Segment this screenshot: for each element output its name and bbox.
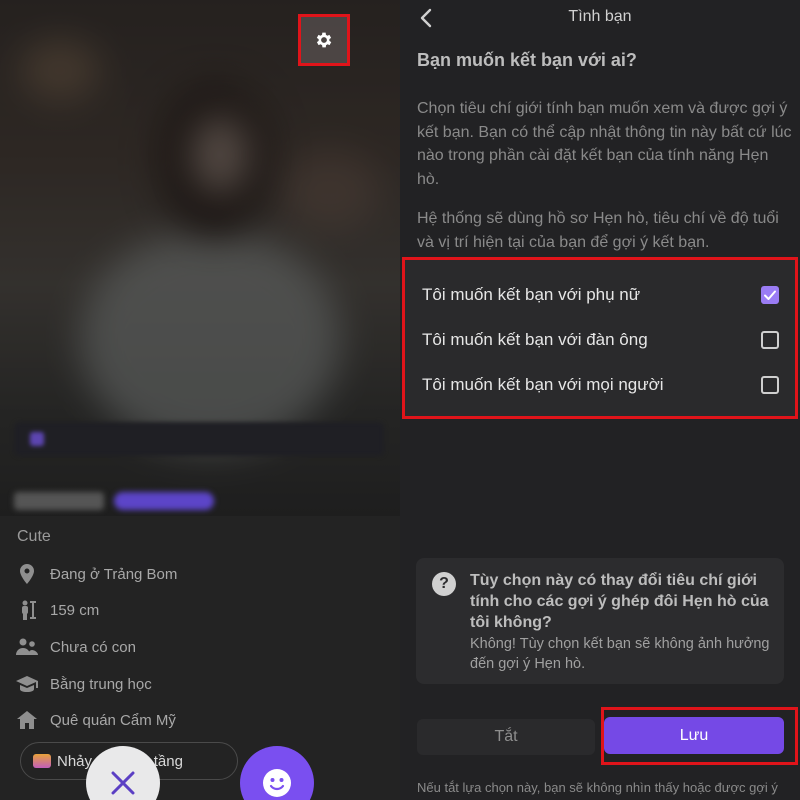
faq-card: ? Tùy chọn này có thay đổi tiêu chí giới…: [416, 558, 784, 684]
location-pin-icon: [16, 563, 38, 585]
option-label: Tôi muốn kết bạn với phụ nữ: [422, 285, 641, 304]
faq-question: Tùy chọn này có thay đổi tiêu chí giới t…: [470, 572, 769, 631]
option-label: Tôi muốn kết bạn với đàn ông: [422, 330, 648, 349]
profile-panel: Cute Đang ở Trảng Bom 159 cm Chưa có con…: [0, 0, 400, 800]
option-men[interactable]: Tôi muốn kết bạn với đàn ông: [405, 318, 795, 362]
smiley-icon: [263, 769, 291, 797]
detail-children: Chưa có con: [16, 635, 136, 659]
caption-icon: [30, 432, 44, 446]
profile-badge-blurred: [114, 492, 214, 510]
home-icon: [16, 709, 38, 731]
height-icon: [16, 599, 38, 621]
children-icon: [16, 636, 38, 658]
gear-icon: [316, 32, 332, 48]
screen-title: Tình bạn: [568, 8, 632, 25]
close-icon: [111, 771, 135, 795]
detail-text: Đang ở Trảng Bom: [50, 565, 178, 583]
option-label: Tôi muốn kết bạn với mọi người: [422, 375, 664, 394]
faq-answer: Không! Tùy chọn kết bạn sẽ không ảnh hưở…: [470, 636, 770, 672]
save-button[interactable]: Lưu: [604, 717, 784, 754]
profile-bio: Cute: [17, 528, 51, 545]
description-text-2: Hệ thống sẽ dùng hồ sơ Hẹn hò, tiêu chí …: [417, 210, 779, 251]
question-heading: Bạn muốn kết bạn với ai?: [417, 50, 637, 70]
checkbox-everyone[interactable]: [761, 376, 779, 394]
profile-name-blurred: [14, 492, 104, 510]
friendship-settings-panel: Tình bạn Bạn muốn kết bạn với ai? Chọn t…: [400, 0, 800, 800]
description-text: Chọn tiêu chí giới tính bạn muốn xem và …: [417, 100, 792, 188]
checkmark-icon: [764, 290, 776, 300]
settings-button[interactable]: [298, 14, 350, 66]
profile-photo[interactable]: [0, 0, 400, 516]
back-button[interactable]: [414, 6, 438, 30]
chevron-left-icon: [420, 8, 432, 28]
photo-caption-bar: [14, 422, 384, 456]
detail-text: Chưa có con: [50, 638, 136, 656]
detail-hometown: Quê quán Cẩm Mỹ: [16, 708, 176, 732]
option-women[interactable]: Tôi muốn kết bạn với phụ nữ: [405, 273, 795, 317]
checkbox-women[interactable]: [761, 286, 779, 304]
detail-text: Bằng trung học: [50, 675, 152, 693]
detail-text: Quê quán Cẩm Mỹ: [50, 711, 176, 729]
education-cap-icon: [16, 673, 38, 695]
turn-off-button[interactable]: Tắt: [417, 719, 595, 755]
footnote-text: Nếu tắt lựa chọn này, bạn sẽ không nhìn …: [417, 780, 778, 795]
detail-height: 159 cm: [16, 598, 99, 622]
friend-preference-options: Tôi muốn kết bạn với phụ nữ Tôi muốn kết…: [402, 257, 798, 419]
question-mark-icon: ?: [432, 572, 456, 596]
checkbox-men[interactable]: [761, 331, 779, 349]
interest-emoji-icon: [33, 754, 51, 768]
detail-education: Bằng trung học: [16, 672, 152, 696]
detail-location: Đang ở Trảng Bom: [16, 562, 177, 586]
option-everyone[interactable]: Tôi muốn kết bạn với mọi người: [405, 363, 795, 407]
detail-text: 159 cm: [50, 601, 100, 619]
